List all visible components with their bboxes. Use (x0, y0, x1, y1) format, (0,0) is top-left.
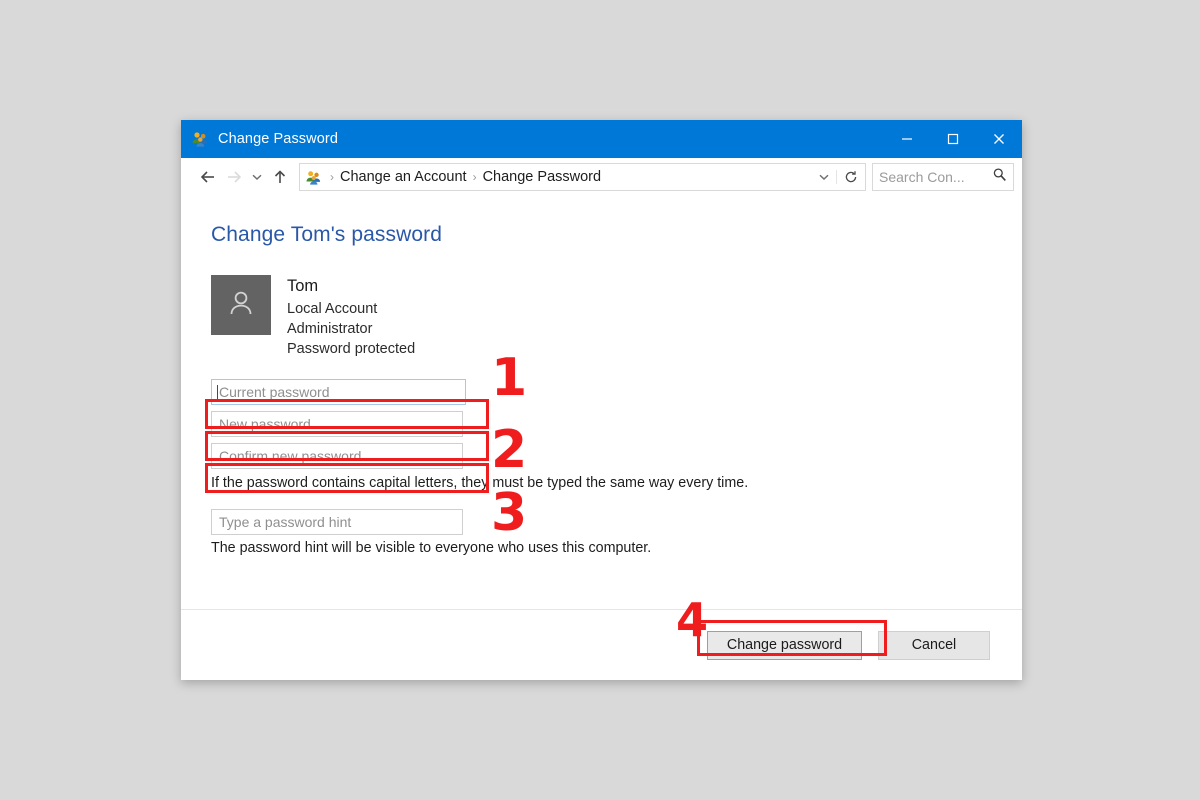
search-icon[interactable] (992, 167, 1007, 187)
recent-locations-chevron-down-icon[interactable] (247, 164, 267, 190)
breadcrumb[interactable]: › Change an Account › Change Password (299, 163, 866, 191)
breadcrumb-separator-0: › (330, 170, 334, 184)
account-name: Tom (287, 277, 319, 295)
breadcrumb-chevron-down-icon[interactable] (812, 171, 836, 183)
account-summary: Tom Local Account Administrator Password… (211, 275, 1022, 359)
breadcrumb-separator-1: › (472, 170, 477, 184)
new-password-input[interactable]: New password (211, 411, 463, 437)
breadcrumb-item-change-password[interactable]: Change Password (483, 169, 602, 185)
window-title: Change Password (218, 131, 338, 147)
current-password-placeholder: Current password (219, 384, 330, 400)
password-hint-placeholder: Type a password hint (219, 514, 352, 530)
dialog-footer: Change password Cancel (181, 609, 1022, 680)
minimize-button[interactable] (884, 120, 930, 158)
capital-letters-note: If the password contains capital letters… (211, 475, 749, 491)
refresh-icon[interactable] (836, 170, 865, 184)
account-details: Tom Local Account Administrator Password… (287, 275, 415, 359)
users-icon (191, 130, 209, 148)
avatar (211, 275, 271, 335)
search-input[interactable]: Search Con... (872, 163, 1014, 191)
back-arrow-icon[interactable] (195, 164, 221, 190)
password-hint-input[interactable]: Type a password hint (211, 509, 463, 535)
password-fields-group: Current password New password Confirm ne… (211, 379, 1022, 469)
forward-arrow-icon (221, 164, 247, 190)
page-title: Change Tom's password (211, 223, 443, 246)
main-content: Change Tom's password Tom Local Account … (181, 197, 1022, 609)
cancel-button[interactable]: Cancel (878, 630, 990, 660)
up-arrow-icon[interactable] (267, 164, 293, 190)
confirm-new-password-input[interactable]: Confirm new password (211, 443, 463, 469)
address-bar: › Change an Account › Change Password Se… (181, 158, 1022, 197)
change-password-window: Change Password › Change an Account › Ch… (181, 120, 1022, 680)
password-hint-note: The password hint will be visible to eve… (211, 540, 652, 556)
account-role: Administrator (287, 321, 373, 337)
current-password-input[interactable]: Current password (211, 379, 466, 405)
person-icon (224, 286, 258, 325)
new-password-placeholder: New password (219, 416, 311, 432)
breadcrumb-item-change-an-account[interactable]: Change an Account (340, 169, 467, 185)
confirm-new-password-placeholder: Confirm new password (219, 448, 362, 464)
close-button[interactable] (976, 120, 1022, 158)
search-placeholder: Search Con... (879, 169, 965, 185)
account-password-status: Password protected (287, 341, 416, 357)
maximize-button[interactable] (930, 120, 976, 158)
account-type: Local Account (287, 301, 378, 317)
users-icon (305, 169, 322, 186)
change-password-button[interactable]: Change password (707, 630, 862, 660)
window-titlebar: Change Password (181, 120, 1022, 158)
